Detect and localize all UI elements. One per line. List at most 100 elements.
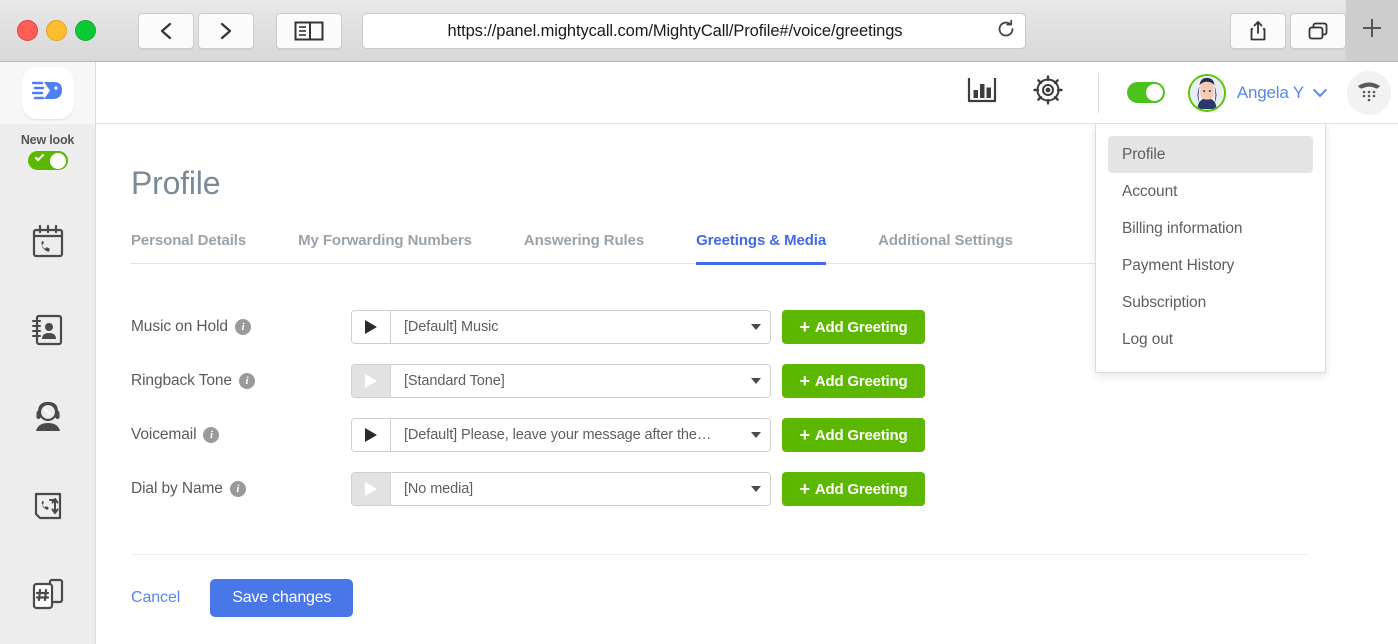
new-look-toggle[interactable] (28, 151, 68, 170)
avatar[interactable] (1188, 74, 1226, 112)
select-value-wrap[interactable]: [No media] (391, 473, 770, 505)
browser-navigation-group (138, 13, 342, 49)
save-changes-button[interactable]: Save changes (210, 579, 353, 617)
toggle-knob (50, 153, 66, 169)
contacts-book-icon (28, 310, 68, 355)
row-label: Ringback Tone (131, 372, 232, 390)
close-window-button[interactable] (17, 20, 38, 41)
sidebar-item-numbers[interactable] (0, 552, 95, 640)
row-label-wrap: Voicemail i (131, 426, 351, 444)
new-look-label: New look (0, 133, 95, 147)
availability-toggle[interactable] (1127, 82, 1165, 103)
add-greeting-button-music-on-hold[interactable]: + Add Greeting (782, 310, 925, 344)
add-greeting-button-ringback-tone[interactable]: + Add Greeting (782, 364, 925, 398)
reload-button[interactable] (987, 14, 1025, 48)
row-voicemail: Voicemail i [Default] Please, leave your… (131, 408, 1398, 462)
play-icon (365, 482, 377, 496)
chevron-down-icon (751, 486, 761, 492)
sidebar-item-contacts[interactable] (0, 288, 95, 376)
music-on-hold-select[interactable]: [Default] Music (351, 310, 771, 344)
menu-item-profile[interactable]: Profile (1108, 136, 1313, 173)
sidebar-nav (0, 200, 95, 640)
info-icon[interactable]: i (230, 481, 246, 497)
address-bar[interactable]: https://panel.mightycall.com/MightyCall/… (362, 13, 1026, 49)
chevron-down-icon[interactable] (1313, 83, 1327, 97)
menu-item-billing-information[interactable]: Billing information (1096, 210, 1325, 247)
plus-icon (1359, 15, 1385, 46)
settings-button[interactable] (1032, 74, 1064, 111)
tab-personal-details[interactable]: Personal Details (131, 232, 246, 265)
chevron-left-icon (158, 21, 174, 41)
info-icon[interactable]: i (235, 319, 251, 335)
share-button[interactable] (1230, 13, 1286, 49)
footer-divider (131, 554, 1308, 555)
sidebar-item-agents[interactable] (0, 376, 95, 464)
info-icon[interactable]: i (203, 427, 219, 443)
menu-item-subscription[interactable]: Subscription (1096, 284, 1325, 321)
menu-item-log-out[interactable]: Log out (1096, 321, 1325, 358)
play-icon (365, 428, 377, 442)
play-button[interactable] (352, 311, 391, 343)
maximize-window-button[interactable] (75, 20, 96, 41)
select-value-wrap[interactable]: [Default] Please, leave your message aft… (391, 419, 770, 451)
calendar-phone-icon (28, 222, 68, 267)
voicemail-select[interactable]: [Default] Please, leave your message aft… (351, 418, 771, 452)
add-greeting-button-dial-by-name[interactable]: + Add Greeting (782, 472, 925, 506)
plus-icon: + (800, 480, 810, 498)
add-greeting-button-voicemail[interactable]: + Add Greeting (782, 418, 925, 452)
tab-greetings-and-media[interactable]: Greetings & Media (696, 232, 826, 265)
mightycall-logo-icon (31, 76, 65, 111)
new-tab-button[interactable] (1346, 0, 1398, 61)
add-greeting-label: Add Greeting (815, 319, 908, 336)
row-label-wrap: Music on Hold i (131, 318, 351, 336)
back-button[interactable] (138, 13, 194, 49)
chevron-down-icon (751, 432, 761, 438)
dial-by-name-select[interactable]: [No media] (351, 472, 771, 506)
gear-icon (1032, 74, 1064, 111)
play-button[interactable] (352, 419, 391, 451)
add-greeting-label: Add Greeting (815, 481, 908, 498)
sidebar-toggle-button[interactable] (276, 13, 342, 49)
menu-item-account[interactable]: Account (1096, 173, 1325, 210)
headset-agent-icon (28, 398, 68, 443)
new-look-switcher[interactable]: New look (0, 124, 95, 170)
user-name[interactable]: Angela Y (1237, 83, 1304, 103)
footer-actions: Cancel Save changes (131, 579, 1398, 617)
info-icon[interactable]: i (239, 373, 255, 389)
select-value-wrap[interactable]: [Standard Tone] (391, 365, 770, 397)
plus-icon: + (800, 372, 810, 390)
tab-overview-icon (1307, 21, 1329, 41)
sidebar-panel-icon (294, 20, 324, 42)
select-value: [Default] Music (404, 319, 498, 335)
tab-answering-rules[interactable]: Answering Rules (524, 232, 644, 265)
sidebar-item-call-flow[interactable] (0, 464, 95, 552)
show-tabs-button[interactable] (1290, 13, 1346, 49)
dialpad-button[interactable] (1347, 71, 1391, 115)
select-value-wrap[interactable]: [Default] Music (391, 311, 770, 343)
app-sidebar: New look (0, 62, 96, 644)
reload-icon (996, 19, 1016, 44)
row-dial-by-name: Dial by Name i [No media] + Add Greeting (131, 462, 1398, 516)
browser-toolbar-right (1230, 13, 1346, 49)
forward-button[interactable] (198, 13, 254, 49)
minimize-window-button[interactable] (46, 20, 67, 41)
ringback-tone-select[interactable]: [Standard Tone] (351, 364, 771, 398)
play-button (352, 473, 391, 505)
play-icon (365, 320, 377, 334)
bar-chart-icon (966, 75, 998, 110)
header-divider (1098, 73, 1099, 113)
url-text: https://panel.mightycall.com/MightyCall/… (363, 22, 987, 41)
reports-button[interactable] (966, 75, 998, 110)
row-label-wrap: Dial by Name i (131, 480, 351, 498)
tab-my-forwarding-numbers[interactable]: My Forwarding Numbers (298, 232, 472, 265)
menu-item-payment-history[interactable]: Payment History (1096, 247, 1325, 284)
tab-additional-settings[interactable]: Additional Settings (878, 232, 1013, 265)
toggle-knob (1146, 84, 1163, 101)
row-label-wrap: Ringback Tone i (131, 372, 351, 390)
sidebar-logo[interactable] (0, 62, 95, 124)
select-value: [Standard Tone] (404, 373, 505, 389)
sidebar-item-call-history[interactable] (0, 200, 95, 288)
call-routing-icon (28, 486, 68, 531)
dialpad-icon (1355, 76, 1383, 109)
cancel-button[interactable]: Cancel (131, 589, 180, 607)
